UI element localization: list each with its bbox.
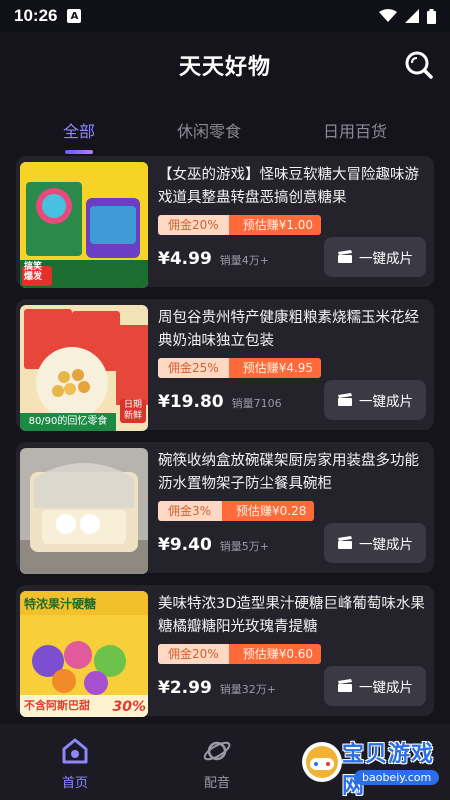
clapperboard-icon: [338, 250, 352, 263]
product-info: 碗筷收纳盒放碗碟架厨房家用装盘多功能沥水置物架子防尘餐具碗柜 佣金3% 预估赚¥…: [158, 448, 426, 567]
product-sales: 销量5万+: [219, 540, 269, 553]
product-tags: 佣金20% 预估赚¥1.00: [158, 215, 426, 235]
battery-icon: [427, 8, 436, 24]
product-sales: 销量4万+: [219, 254, 269, 267]
product-title: 周包谷贵州特产健康粗粮素烧糯玉米花经典奶油味独立包装: [158, 310, 419, 349]
button-label: 一键成片: [359, 537, 413, 553]
product-card[interactable]: 搞笑爆发 【女巫的游戏】怪味豆软糖大冒险趣味游戏道具整蛊转盘恶搞创意糖果 佣金2…: [16, 156, 434, 288]
status-time: 10:26: [14, 6, 58, 25]
product-info: 周包谷贵州特产健康粗粮素烧糯玉米花经典奶油味独立包装 佣金25% 预估赚¥4.9…: [158, 305, 426, 424]
status-icons: [379, 8, 436, 24]
nav-home-label: 首页: [61, 775, 88, 791]
product-info: 【女巫的游戏】怪味豆软糖大冒险趣味游戏道具整蛊转盘恶搞创意糖果 佣金20% 预估…: [158, 162, 426, 281]
estimated-earning-badge: 预估赚¥4.95: [228, 358, 322, 378]
product-card[interactable]: 碗筷收纳盒放碗碟架厨房家用装盘多功能沥水置物架子防尘餐具碗柜 佣金3% 预估赚¥…: [16, 442, 434, 574]
button-label: 一键成片: [359, 251, 413, 267]
estimated-earning-badge: 预估赚¥0.60: [228, 644, 322, 664]
product-price: ¥2.99: [158, 678, 212, 698]
one-click-video-button[interactable]: 一键成片: [324, 380, 426, 420]
wifi-icon: [379, 9, 397, 22]
button-label: 一键成片: [359, 680, 413, 696]
commission-badge: 佣金3%: [158, 501, 222, 521]
nav-dubbing-label: 配音: [203, 775, 230, 791]
product-title: 碗筷收纳盒放碗碟架厨房家用装盘多功能沥水置物架子防尘餐具碗柜: [158, 453, 419, 492]
gamepad-logo-icon: [302, 742, 342, 782]
product-image: 搞笑爆发: [20, 162, 148, 288]
page-title: 天天好物: [178, 55, 271, 80]
status-bar: 10:26 A: [0, 0, 450, 32]
product-image: 日期新鲜 80/90的回忆零食: [20, 305, 148, 431]
one-click-video-button[interactable]: 一键成片: [324, 523, 426, 563]
watermark-url: baobeiy.com: [354, 770, 440, 785]
product-title: 【女巫的游戏】怪味豆软糖大冒险趣味游戏道具整蛊转盘恶搞创意糖果: [158, 167, 419, 206]
watermark-text: 宝贝游戏网: [342, 742, 435, 799]
clapperboard-icon: [338, 536, 352, 549]
product-list: 搞笑爆发 【女巫的游戏】怪味豆软糖大冒险趣味游戏道具整蛊转盘恶搞创意糖果 佣金2…: [16, 156, 434, 717]
commission-badge: 佣金20%: [158, 215, 229, 235]
product-tags: 佣金25% 预估赚¥4.95: [158, 358, 426, 378]
nav-home[interactable]: 首页: [34, 734, 116, 791]
product-price: ¥9.40: [158, 535, 212, 555]
estimated-earning-badge: 预估赚¥0.28: [222, 501, 315, 521]
product-title: 美味特浓3D造型果汁硬糖巨峰葡萄味水果糖橘瓣糖阳光玫瑰青提糖: [158, 596, 425, 635]
signal-icon: [405, 9, 419, 23]
product-sales: 销量32万+: [219, 683, 276, 696]
tab-snacks[interactable]: 休闲零食: [177, 118, 241, 154]
planet-icon: [203, 741, 231, 760]
clapperboard-icon: [338, 679, 352, 692]
product-image-footer: 不含阿斯巴甜: [24, 699, 90, 712]
product-image-caption: 搞笑爆发: [24, 262, 43, 282]
product-sales: 销量7106: [231, 397, 282, 410]
product-card[interactable]: 日期新鲜 80/90的回忆零食 周包谷贵州特产健康粗粮素烧糯玉米花经典奶油味独立…: [16, 299, 434, 431]
notification-a-icon: A: [67, 9, 82, 23]
category-tabs: 全部 休闲零食 日用百货: [0, 98, 450, 156]
product-card[interactable]: 特浓果汁硬糖 不含阿斯巴甜 30% 美味特浓3D造型果汁硬糖巨峰葡萄味水果糖橘瓣…: [16, 585, 434, 717]
home-icon: [62, 738, 88, 763]
product-tags: 佣金3% 预估赚¥0.28: [158, 501, 426, 521]
search-button[interactable]: [402, 48, 436, 82]
product-tags: 佣金20% 预估赚¥0.60: [158, 644, 426, 664]
product-info: 美味特浓3D造型果汁硬糖巨峰葡萄味水果糖橘瓣糖阳光玫瑰青提糖 佣金20% 预估赚…: [158, 591, 426, 710]
tab-all[interactable]: 全部: [63, 118, 95, 154]
product-image: 特浓果汁硬糖 不含阿斯巴甜 30%: [20, 591, 148, 717]
one-click-video-button[interactable]: 一键成片: [324, 237, 426, 277]
product-price: ¥4.99: [158, 249, 212, 269]
app-header: 天天好物: [0, 32, 450, 98]
nav-dubbing[interactable]: 配音: [176, 734, 258, 791]
product-image-caption: 特浓果汁硬糖: [24, 597, 97, 611]
tab-daily-goods[interactable]: 日用百货: [323, 118, 387, 154]
commission-badge: 佣金25%: [158, 358, 229, 378]
product-image-badge: 日期新鲜: [120, 399, 146, 423]
estimated-earning-badge: 预估赚¥1.00: [228, 215, 322, 235]
product-image-caption: 80/90的回忆零食: [20, 413, 116, 431]
one-click-video-button[interactable]: 一键成片: [324, 666, 426, 706]
button-label: 一键成片: [359, 394, 413, 410]
search-icon: [405, 51, 433, 79]
product-image: [20, 448, 148, 574]
product-price: ¥19.80: [158, 392, 224, 412]
product-image-percent: 30%: [112, 699, 146, 715]
commission-badge: 佣金20%: [158, 644, 229, 664]
site-watermark: 宝贝游戏网 baobeiy.com: [300, 732, 450, 799]
clapperboard-icon: [338, 393, 352, 406]
